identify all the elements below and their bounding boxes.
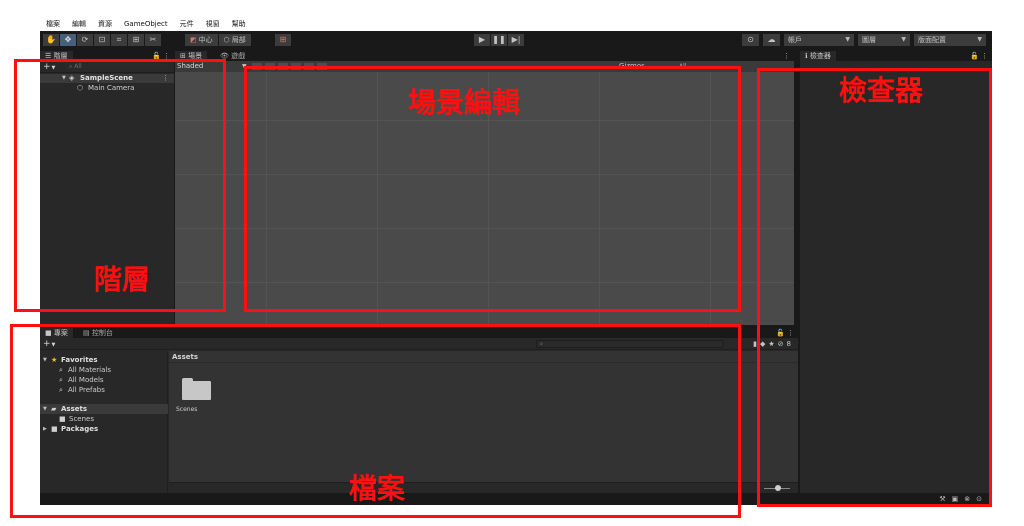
collab-icon[interactable]: ⊙ <box>742 34 759 46</box>
scene-tabbar: ⊞ 場景 👁 遊戲 ⋮ <box>175 50 794 61</box>
hierarchy-annotation-label: 階層 <box>94 263 151 296</box>
tab-inspector[interactable]: ℹ 檢查器 <box>800 51 836 61</box>
inspector-annotation-box <box>757 68 992 507</box>
menu-bar: 檔案 編輯 資源 GameObject 元件 視窗 幫助 <box>0 16 1000 31</box>
project-annotation-label: 檔案 <box>349 472 406 505</box>
menu-edit[interactable]: 編輯 <box>72 19 86 29</box>
account-dropdown[interactable]: 帳戶 ▼ <box>784 34 854 46</box>
scale-tool-icon[interactable]: ⊡ <box>94 34 111 46</box>
rotate-tool-icon[interactable]: ⟳ <box>77 34 94 46</box>
transform-tool-icon[interactable]: ⊞ <box>128 34 145 46</box>
menu-window[interactable]: 視窗 <box>206 19 220 29</box>
lock-menu-icon[interactable]: 🔓 ⋮ <box>970 51 988 61</box>
layers-dropdown[interactable]: 圖層 ▼ <box>858 34 910 46</box>
pivot-center-toggle[interactable]: ◩ 中心 <box>185 34 219 46</box>
chevron-down-icon: ▼ <box>901 36 906 43</box>
chevron-down-icon: ▼ <box>845 36 850 43</box>
custom-tool-icon[interactable]: ✂ <box>145 34 162 46</box>
menu-component[interactable]: 元件 <box>180 19 194 29</box>
menu-assets[interactable]: 資源 <box>98 19 112 29</box>
step-button-icon[interactable]: ▶| <box>508 34 525 46</box>
play-button-icon[interactable]: ▶ <box>474 34 491 46</box>
inspector-tabbar: ℹ 檢查器 🔓 ⋮ <box>800 50 992 61</box>
pivot-center-icon: ◩ <box>190 36 197 44</box>
scene-annotation-label: 場景編輯 <box>408 86 521 119</box>
pause-button-icon[interactable]: ❚❚ <box>491 34 508 46</box>
more-options-icon[interactable]: ⋮ <box>783 51 790 61</box>
rect-tool-icon[interactable]: ⌗ <box>111 34 128 46</box>
pivot-toggles: ◩ 中心 ⬡ 局部 <box>185 34 252 46</box>
grid-snap: ⊞ <box>275 34 292 46</box>
main-toolbar: ✋ ✥ ⟳ ⊡ ⌗ ⊞ ✂ ◩ 中心 ⬡ 局部 ⊞ ▶ ❚❚ ▶| ⊙ ☁ 帳戶 ▼ … <box>40 31 992 49</box>
move-tool-icon[interactable]: ✥ <box>60 34 77 46</box>
transform-tools: ✋ ✥ ⟳ ⊡ ⌗ ⊞ ✂ <box>43 34 162 46</box>
local-cube-icon: ⬡ <box>223 36 230 44</box>
play-controls: ▶ ❚❚ ▶| <box>474 34 525 46</box>
hand-tool-icon[interactable]: ✋ <box>43 34 60 46</box>
menu-file[interactable]: 檔案 <box>46 19 60 29</box>
menu-gameobject[interactable]: GameObject <box>124 20 168 28</box>
cloud-icon[interactable]: ☁ <box>763 34 780 46</box>
chevron-down-icon: ▼ <box>977 36 982 43</box>
inspector-annotation-label: 檢查器 <box>839 74 924 107</box>
layout-dropdown[interactable]: 版面配置 ▼ <box>914 34 986 46</box>
pivot-local-toggle[interactable]: ⬡ 局部 <box>218 34 252 46</box>
toolbar-right: ⊙ ☁ 帳戶 ▼ 圖層 ▼ 版面配置 ▼ <box>742 34 986 46</box>
grid-snap-icon[interactable]: ⊞ <box>275 34 292 46</box>
menu-help[interactable]: 幫助 <box>232 19 246 29</box>
